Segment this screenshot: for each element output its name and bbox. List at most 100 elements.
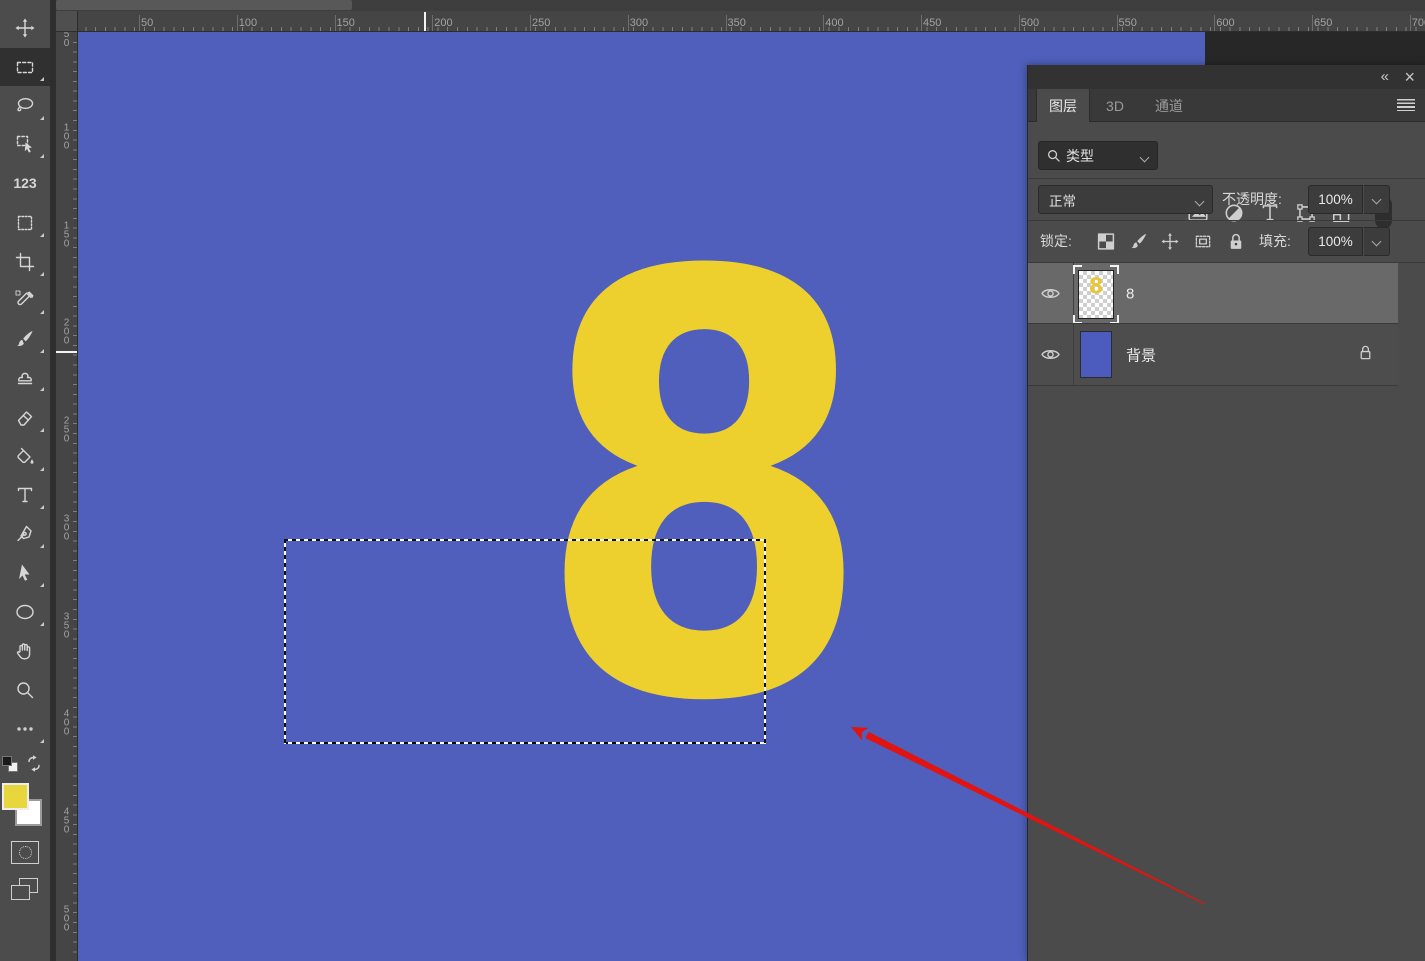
count-tool[interactable]: 123 [0,164,50,202]
marching-ants-top [284,539,766,541]
ellipse-tool[interactable] [0,593,50,631]
layer-row-background[interactable]: 背景 [1028,324,1398,385]
ruler-label: 1 0 0 [56,123,77,150]
slice-tool[interactable] [0,204,50,242]
layer-row-8[interactable]: 8 8 [1028,263,1398,324]
object-selection-tool[interactable] [0,125,50,163]
layers-panel: « × 图层 3D 通道 类型 [1027,65,1425,961]
layer-name: 背景 [1126,344,1156,365]
layer-filter-row: 类型 [1028,122,1425,178]
fill-value-field[interactable]: 100% [1308,227,1363,256]
ruler-horizontal[interactable]: 5010015020025030035040045050055060065070… [56,11,1425,32]
chevron-down-icon [1372,195,1382,205]
paint-bucket-tool[interactable] [0,438,50,476]
ruler-label: 450 [923,17,941,29]
type-tool[interactable] [0,476,50,514]
count-tool-label: 123 [13,175,36,191]
eyedropper-tool[interactable] [0,281,50,319]
eye-icon [1041,348,1060,361]
move-tool[interactable] [0,9,50,47]
lock-label: 锁定: [1040,227,1072,256]
eraser-tool[interactable] [0,399,50,437]
eye-icon [1041,287,1060,300]
ruler-origin-box[interactable] [56,11,78,32]
opacity-label: 不透明度: [1222,185,1282,214]
ruler-label: 2 5 0 [56,417,77,444]
ruler-label: 50 [141,17,153,29]
layer-locked-badge [1357,344,1374,366]
tools-panel: 123 [0,0,50,961]
ruler-label: 600 [1216,17,1234,29]
top-strip [56,0,1425,11]
ruler-label: 2 0 0 [56,319,77,346]
tab-channels[interactable]: 通道 [1140,89,1198,122]
filter-type-label: 类型 [1066,146,1094,166]
marching-ants-left [284,539,286,744]
lock-image-pixels-button[interactable] [1130,232,1149,251]
cursor-position-marker-horizontal [424,12,426,31]
photoshop-window: 5010015020025030035040045050055060065070… [0,0,1425,961]
ruler-vertical[interactable]: 5 01 0 01 5 02 0 02 5 03 0 03 5 04 0 04 … [56,32,78,961]
opacity-dropdown-button[interactable] [1364,185,1390,214]
ruler-label: 500 [1021,17,1039,29]
close-panel-button[interactable]: × [1404,66,1415,88]
ruler-label: 100 [239,17,257,29]
ruler-label: 1 5 0 [56,221,77,248]
edit-toolbar-ellipsis[interactable] [0,710,50,748]
ruler-label: 650 [1314,17,1332,29]
layer-filter-type-select[interactable]: 类型 [1038,141,1158,170]
tab-3d[interactable]: 3D [1090,89,1140,122]
marching-ants-bottom [284,742,766,744]
document-tab-bar[interactable] [56,0,352,10]
ruler-label: 3 0 0 [56,514,77,541]
tab-layers[interactable]: 图层 [1036,89,1090,122]
blend-mode-select[interactable]: 正常 [1038,185,1213,214]
panel-tab-strip: 图层 3D 通道 [1028,89,1425,122]
pen-tool[interactable] [0,515,50,553]
lasso-tool[interactable] [0,87,50,125]
ruler-label: 200 [434,17,452,29]
default-foreground-swatch [2,756,12,766]
brush-tool[interactable] [0,320,50,358]
layer-visibility-cell[interactable] [1028,263,1074,324]
collapse-panel-button[interactable]: « [1381,67,1389,87]
quick-mask-mode-button[interactable] [11,841,39,864]
panel-menu-icon[interactable] [1397,99,1415,111]
chevron-down-icon [1140,153,1150,163]
opacity-value-field[interactable]: 100% [1308,185,1363,214]
ruler-label: 5 0 0 [56,905,77,932]
marquee-selection [284,539,766,744]
swap-colors-icon[interactable] [24,754,44,774]
lock-transparent-pixels-button[interactable] [1097,232,1116,251]
thumbnail-digit: 8 [1079,271,1113,301]
chevron-down-icon [1195,197,1205,207]
path-selection-tool[interactable] [0,554,50,592]
layer-visibility-cell[interactable] [1028,324,1074,385]
ruler-label: 350 [728,17,746,29]
zoom-tool[interactable] [0,671,50,709]
ruler-label: 3 5 0 [56,612,77,639]
default-colors-icon[interactable] [2,756,22,774]
crop-tool[interactable] [0,243,50,281]
cursor-position-marker-vertical [56,351,77,353]
ruler-label: 700 [1412,17,1425,29]
ruler-label: 5 0 [56,32,77,48]
screen-mode-button[interactable] [11,878,39,902]
rectangular-marquee-tool[interactable] [0,48,50,86]
blend-opacity-row: 正常 不透明度: 100% [1028,178,1425,220]
lock-artboard-button[interactable] [1194,232,1213,251]
ruler-label: 150 [337,17,355,29]
foreground-color-swatch[interactable] [2,783,29,810]
marching-ants-right [764,539,766,744]
hand-tool[interactable] [0,632,50,670]
fill-dropdown-button[interactable] [1364,227,1390,256]
chevron-down-icon [1372,237,1382,247]
ruler-label: 250 [532,17,550,29]
ruler-label: 400 [825,17,843,29]
layer-list: 8 8 背景 [1028,262,1425,385]
lock-position-button[interactable] [1161,232,1180,251]
lock-all-button[interactable] [1227,232,1246,251]
layer-thumbnail[interactable] [1080,331,1112,378]
clone-stamp-tool[interactable] [0,358,50,396]
layer-thumbnail[interactable]: 8 [1078,270,1114,319]
